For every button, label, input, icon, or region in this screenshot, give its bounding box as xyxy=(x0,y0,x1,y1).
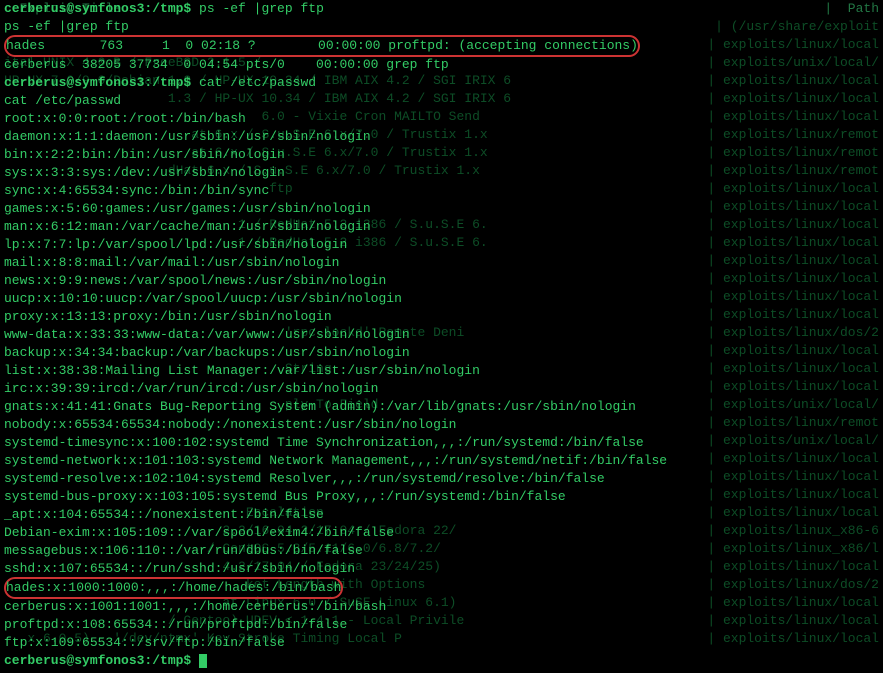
terminal-line: systemd-resolve:x:102:104:systemd Resolv… xyxy=(4,470,879,488)
terminal-line: nobody:x:65534:65534:nobody:/nonexistent… xyxy=(4,416,879,434)
terminal-line: daemon:x:1:1:daemon:/usr/sbin:/usr/sbin/… xyxy=(4,128,879,146)
terminal-line: hades 763 1 0 02:18 ? 00:00:00 proftpd: … xyxy=(4,36,879,56)
terminal-line: systemd-bus-proxy:x:103:105:systemd Bus … xyxy=(4,488,879,506)
terminal-line: news:x:9:9:news:/var/spool/news:/usr/sbi… xyxy=(4,272,879,290)
shell-prompt: cerberus@symfonos3:/tmp$ xyxy=(4,75,199,90)
terminal-line: sync:x:4:65534:sync:/bin:/bin/sync xyxy=(4,182,879,200)
shell-prompt: cerberus@symfonos3:/tmp$ xyxy=(4,1,199,16)
terminal-line: ftp:x:109:65534::/srv/ftp:/bin/false xyxy=(4,634,879,652)
terminal-line: cerberus@symfonos3:/tmp$ cat /etc/passwd xyxy=(4,74,879,92)
terminal-line: cerberus@symfonos3:/tmp$ xyxy=(4,652,879,670)
terminal-line: bin:x:2:2:bin:/bin:/usr/sbin/nologin xyxy=(4,146,879,164)
terminal-line: www-data:x:33:33:www-data:/var/www:/usr/… xyxy=(4,326,879,344)
terminal-line: mail:x:8:8:mail:/var/mail:/usr/sbin/nolo… xyxy=(4,254,879,272)
terminal-line: backup:x:34:34:backup:/var/backups:/usr/… xyxy=(4,344,879,362)
terminal-line: uucp:x:10:10:uucp:/var/spool/uucp:/usr/s… xyxy=(4,290,879,308)
terminal-output[interactable]: cerberus@symfonos3:/tmp$ ps -ef |grep ft… xyxy=(4,0,879,670)
terminal-line: cat /etc/passwd xyxy=(4,92,879,110)
terminal-line: cerberus:x:1001:1001:,,,:/home/cerberus:… xyxy=(4,598,879,616)
terminal-line: systemd-network:x:101:103:systemd Networ… xyxy=(4,452,879,470)
terminal-line: lp:x:7:7:lp:/var/spool/lpd:/usr/sbin/nol… xyxy=(4,236,879,254)
terminal-line: systemd-timesync:x:100:102:systemd Time … xyxy=(4,434,879,452)
terminal-line: games:x:5:60:games:/usr/games:/usr/sbin/… xyxy=(4,200,879,218)
terminal-line: Debian-exim:x:105:109::/var/spool/exim4:… xyxy=(4,524,879,542)
terminal-line: hades:x:1000:1000:,,,:/home/hades:/bin/b… xyxy=(4,578,879,598)
shell-prompt: cerberus@symfonos3:/tmp$ xyxy=(4,653,199,668)
terminal-line: messagebus:x:106:110::/var/run/dbus:/bin… xyxy=(4,542,879,560)
terminal-line: gnats:x:41:41:Gnats Bug-Reporting System… xyxy=(4,398,879,416)
highlighted-line: hades 763 1 0 02:18 ? 00:00:00 proftpd: … xyxy=(4,35,640,57)
command-text: cat /etc/passwd xyxy=(199,75,316,90)
cursor xyxy=(199,654,207,668)
command-text: ps -ef |grep ftp xyxy=(199,1,324,16)
terminal-line: sys:x:3:3:sys:/dev:/usr/sbin/nologin xyxy=(4,164,879,182)
terminal-line: _apt:x:104:65534::/nonexistent:/bin/fals… xyxy=(4,506,879,524)
terminal-line: irc:x:39:39:ircd:/var/run/ircd:/usr/sbin… xyxy=(4,380,879,398)
terminal-line: proxy:x:13:13:proxy:/bin:/usr/sbin/nolog… xyxy=(4,308,879,326)
terminal-line: ps -ef |grep ftp xyxy=(4,18,879,36)
terminal-line: cerberus 38205 37734 0 04:54 pts/0 00:00… xyxy=(4,56,879,74)
terminal-line: cerberus@symfonos3:/tmp$ ps -ef |grep ft… xyxy=(4,0,879,18)
terminal-line: root:x:0:0:root:/root:/bin/bash xyxy=(4,110,879,128)
terminal-line: man:x:6:12:man:/var/cache/man:/usr/sbin/… xyxy=(4,218,879,236)
terminal-line: proftpd:x:108:65534::/run/proftpd:/bin/f… xyxy=(4,616,879,634)
terminal-line: list:x:38:38:Mailing List Manager:/var/l… xyxy=(4,362,879,380)
terminal-line: sshd:x:107:65534::/run/sshd:/usr/sbin/no… xyxy=(4,560,879,578)
highlighted-line: hades:x:1000:1000:,,,:/home/hades:/bin/b… xyxy=(4,577,343,599)
